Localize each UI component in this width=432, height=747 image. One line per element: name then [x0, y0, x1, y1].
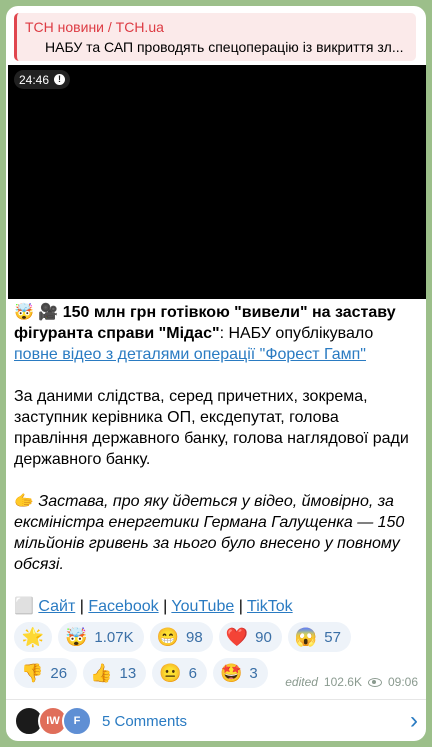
reaction-neutral[interactable]: 😐 6 — [152, 658, 207, 688]
links-prefix-icon: ⬜ — [14, 598, 34, 615]
post-paragraph-3: 🫱 Застава, про яку йдеться у відео, ймов… — [14, 491, 414, 575]
link-separator: | — [79, 598, 84, 615]
headline-rest: : НАБУ опублікувало — [219, 325, 374, 342]
info-icon: ! — [54, 74, 66, 85]
grin-icon: 😁 — [156, 627, 180, 647]
message-time: 09:06 — [387, 675, 418, 689]
social-links: ⬜ Сайт | Facebook | YouTube | TikTok — [14, 596, 414, 617]
reaction-count: 90 — [255, 628, 272, 646]
reaction-heart[interactable]: ❤️ 90 — [218, 622, 282, 652]
star-icon: 🌟 — [21, 627, 45, 647]
reaction-thumbs-up[interactable]: 👍 13 — [83, 658, 147, 688]
reaction-count: 26 — [50, 664, 68, 682]
headline-link[interactable]: повне відео з деталями операції "Форест … — [14, 346, 366, 363]
post-text: 🤯 🎥 150 млн грн готівкою "вивели" на зас… — [14, 302, 414, 617]
scream-icon: 😱 — [294, 627, 318, 647]
reaction-thumbs-down[interactable]: 👎 26 — [14, 658, 78, 688]
thumbs-up-icon: 👍 — [90, 663, 113, 683]
reaction-count: 98 — [186, 628, 203, 646]
comments-button[interactable]: IW F 5 Comments › — [14, 704, 418, 738]
reaction-star-struck[interactable]: 🤩 3 — [212, 658, 268, 688]
reaction-count: 13 — [119, 664, 137, 682]
link-site[interactable]: Сайт — [38, 598, 75, 615]
message-bubble: ТСН новини / TCH.ua НАБУ та САП проводят… — [6, 6, 426, 741]
avatar: F — [62, 706, 92, 736]
reaction-row-1: 🌟 🤯 1.07K 😁 98 ❤️ 90 😱 57 — [14, 622, 424, 652]
message-meta: edited 102.6K 09:06 — [285, 675, 418, 689]
link-tiktok[interactable]: TikTok — [247, 598, 293, 615]
video-player[interactable]: 24:46 ! — [8, 65, 426, 299]
reaction-exploding-head[interactable]: 🤯 1.07K — [58, 622, 144, 652]
divider — [6, 699, 426, 700]
star-struck-icon: 🤩 — [219, 663, 243, 683]
reaction-count: 57 — [324, 628, 341, 646]
reply-quote[interactable]: ТСН новини / TCH.ua НАБУ та САП проводят… — [14, 13, 416, 61]
chevron-right-icon: › — [410, 707, 418, 734]
reply-author: ТСН новини / TCH.ua — [25, 19, 164, 35]
eye-icon — [367, 677, 382, 687]
view-count: 102.6K — [323, 675, 362, 689]
reaction-star[interactable]: 🌟 — [14, 622, 52, 652]
paragraph-3-italic: Застава, про яку йдеться у відео, ймовір… — [14, 493, 405, 573]
post-paragraph-2: За даними слідства, серед причетних, зок… — [14, 388, 409, 468]
reply-text: НАБУ та САП проводять спецоперацію із ви… — [45, 39, 404, 55]
edited-label: edited — [285, 675, 318, 689]
reaction-grin[interactable]: 😁 98 — [149, 622, 213, 652]
headline-emoji: 🤯 🎥 — [14, 304, 59, 321]
reaction-count: 6 — [188, 664, 197, 682]
comments-label: 5 Comments — [102, 712, 188, 730]
heart-icon: ❤️ — [225, 627, 249, 647]
video-duration: 24:46 — [19, 72, 50, 87]
commenter-avatars: IW F — [14, 706, 94, 736]
reaction-count: 3 — [249, 664, 258, 682]
post-headline: 🤯 🎥 150 млн грн готівкою "вивели" на зас… — [14, 302, 414, 365]
video-duration-badge: 24:46 ! — [14, 70, 71, 89]
exploding-head-icon: 🤯 — [65, 627, 88, 647]
neutral-face-icon: 😐 — [159, 663, 182, 683]
link-facebook[interactable]: Facebook — [88, 598, 158, 615]
link-separator: | — [238, 598, 243, 615]
thumbs-down-icon: 👎 — [21, 663, 44, 683]
reaction-scream[interactable]: 😱 57 — [287, 622, 351, 652]
link-separator: | — [163, 598, 168, 615]
reaction-count: 1.07K — [94, 628, 134, 646]
link-youtube[interactable]: YouTube — [171, 598, 234, 615]
pointing-hand-icon: 🫱 — [14, 493, 34, 510]
